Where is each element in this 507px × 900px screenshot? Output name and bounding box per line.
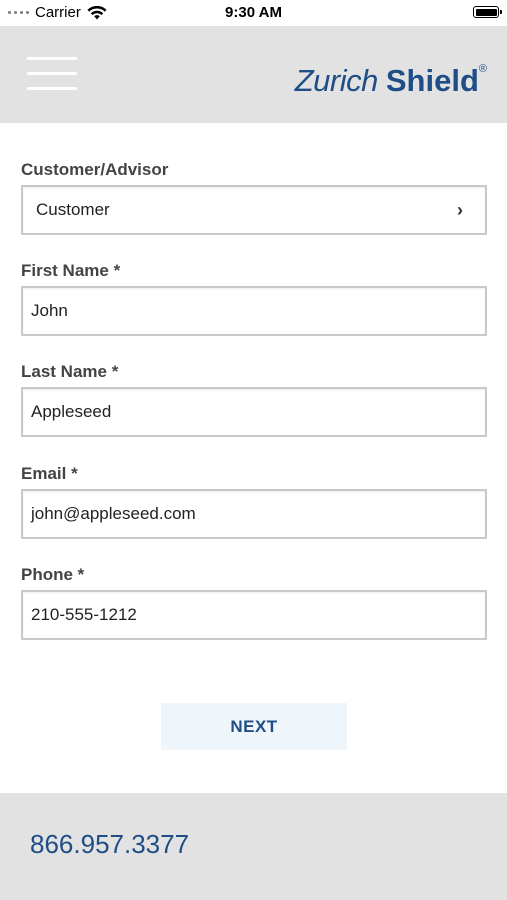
zurich-shield-logo: Zurich Shield® [295,63,487,99]
email-field[interactable]: john@appleseed.com [21,489,487,539]
app-header: Zurich Shield® [0,26,507,123]
customer-advisor-label: Customer/Advisor [21,160,169,179]
first-name-label: First Name * [21,261,121,280]
first-name-field[interactable]: John [21,286,487,336]
next-button[interactable]: NEXT [161,703,347,750]
last-name-field[interactable]: Appleseed [21,387,487,437]
phone-field[interactable]: 210-555-1212 [21,590,487,640]
chevron-right-icon: › [457,200,463,220]
status-bar: Carrier 9:30 AM [0,0,507,26]
battery-icon [473,6,502,18]
last-name-label: Last Name * [21,362,119,381]
email-label: Email * [21,464,78,483]
customer-advisor-select[interactable]: Customer › [21,185,487,235]
phone-label: Phone * [21,565,85,584]
logo-shield: Shield [385,63,479,98]
status-time: 9:30 AM [225,4,282,21]
customer-advisor-value: Customer [36,200,110,219]
support-phone-link[interactable]: 866.957.3377 [30,829,189,860]
logo-zurich: Zurich [294,63,379,98]
menu-icon[interactable] [27,55,77,91]
footer: 866.957.3377 [0,793,507,900]
logo-registered: ® [478,63,487,75]
